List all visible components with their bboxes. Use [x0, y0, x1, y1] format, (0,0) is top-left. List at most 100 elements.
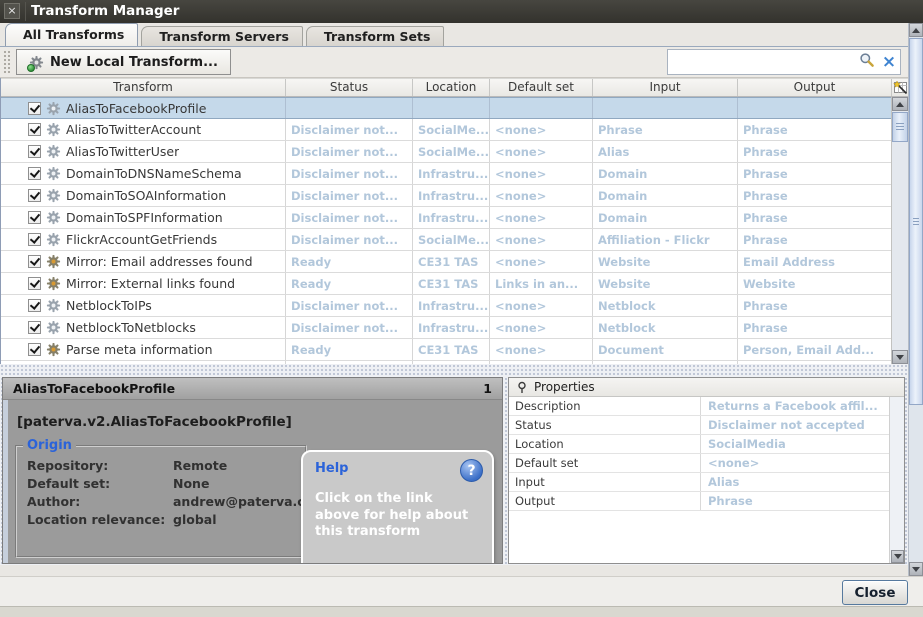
- cell-transform: FlickrAccountGetFriends: [1, 229, 286, 250]
- cell-status: Ready: [286, 339, 413, 360]
- table-scroll-up-button[interactable]: [892, 97, 908, 111]
- cell-output: Phrase: [738, 295, 892, 316]
- cell-transform: NetblockToNetblocks: [1, 317, 286, 338]
- table-row[interactable]: NetblockToIPs Disclaimer not... Infrastr…: [1, 295, 892, 317]
- search-input[interactable]: [668, 55, 856, 69]
- gear-icon: [46, 232, 61, 247]
- cell-location: [413, 98, 490, 118]
- column-header-output[interactable]: Output: [738, 79, 892, 96]
- footer-bar: Close: [0, 576, 923, 606]
- row-checkbox[interactable]: [28, 102, 41, 115]
- properties-scroll-down-button[interactable]: [891, 550, 904, 563]
- row-checkbox[interactable]: [28, 189, 41, 202]
- column-header-transform[interactable]: Transform: [1, 79, 286, 96]
- gear-icon: [46, 342, 61, 357]
- help-body-text: Click on the link above for help about t…: [315, 491, 480, 541]
- row-checkbox[interactable]: [28, 233, 41, 246]
- transform-name: NetblockToNetblocks: [66, 320, 196, 335]
- cell-output: Email Address: [738, 251, 892, 272]
- column-header-default-set[interactable]: Default set: [490, 79, 593, 96]
- row-checkbox[interactable]: [28, 123, 41, 136]
- properties-rows: Description Returns a Facebook affil... …: [509, 397, 904, 511]
- transform-name: NetblockToIPs: [66, 298, 152, 313]
- new-local-transform-button[interactable]: New Local Transform...: [16, 49, 231, 75]
- search-icon[interactable]: [856, 52, 878, 72]
- row-checkbox[interactable]: [28, 167, 41, 180]
- tab-all-transforms[interactable]: All Transforms: [5, 23, 138, 46]
- close-button[interactable]: Close: [842, 580, 908, 605]
- toolbar-grip-handle[interactable]: [3, 50, 12, 75]
- property-label: Default set: [509, 454, 701, 472]
- table-row[interactable]: Parse meta information Ready CE31 TAS <n…: [1, 339, 892, 361]
- transform-id: [paterva.v2.AliasToFacebookProfile]: [17, 414, 292, 430]
- table-row[interactable]: FlickrAccountGetFriends Disclaimer not..…: [1, 229, 892, 251]
- row-checkbox[interactable]: [28, 343, 41, 356]
- transform-name: DomainToSOAInformation: [66, 188, 226, 203]
- horizontal-splitter[interactable]: [0, 364, 908, 377]
- column-header-status[interactable]: Status: [286, 79, 413, 96]
- window-close-button[interactable]: ×: [4, 3, 20, 19]
- table-row[interactable]: AliasToFacebookProfile: [1, 97, 892, 119]
- dialog-scroll-up-button[interactable]: [909, 23, 923, 37]
- table-row[interactable]: NetblockToNetblocks Disclaimer not... In…: [1, 317, 892, 339]
- help-card: Help ? Click on the link above for help …: [301, 450, 494, 564]
- transform-name: AliasToTwitterAccount: [66, 122, 201, 137]
- column-header-input[interactable]: Input: [593, 79, 738, 96]
- window-bottom-edge: [0, 606, 923, 617]
- tab-transform-servers[interactable]: Transform Servers: [141, 26, 303, 46]
- table-scroll-down-button[interactable]: [892, 350, 908, 364]
- dialog-scroll-down-button[interactable]: [909, 562, 923, 576]
- cell-transform: AliasToTwitterAccount: [1, 119, 286, 140]
- cell-status: Disclaimer not...: [286, 185, 413, 206]
- table-row[interactable]: DomainToSPFInformation Disclaimer not...…: [1, 207, 892, 229]
- table-scrollbar[interactable]: [891, 97, 908, 364]
- cell-output: Phrase: [738, 141, 892, 162]
- table-row[interactable]: Mirror: Email addresses found Ready CE31…: [1, 251, 892, 273]
- dialog-scrollbar[interactable]: [908, 23, 923, 576]
- tab-transform-sets[interactable]: Transform Sets: [306, 26, 445, 46]
- dialog-scrollbar-thumb[interactable]: [909, 38, 923, 405]
- cell-default-set: <none>: [490, 295, 593, 316]
- titlebar: × Transform Manager: [0, 0, 923, 23]
- table-row[interactable]: AliasToTwitterAccount Disclaimer not... …: [1, 119, 892, 141]
- new-transform-gear-icon: [29, 55, 44, 70]
- cell-default-set: Links in an...: [490, 273, 593, 294]
- property-label: Description: [509, 397, 701, 415]
- properties-scrollbar[interactable]: [889, 397, 904, 563]
- cell-status: Ready: [286, 273, 413, 294]
- help-question-icon[interactable]: ?: [460, 459, 483, 482]
- origin-field: Author:andrew@paterva.c: [27, 494, 305, 509]
- cell-location: CE31 TAS: [413, 339, 490, 360]
- table-scrollbar-thumb[interactable]: [892, 112, 908, 142]
- property-value: <none>: [701, 454, 904, 472]
- row-checkbox[interactable]: [28, 321, 41, 334]
- row-checkbox[interactable]: [28, 211, 41, 224]
- table-row[interactable]: DomainToDNSNameSchema Disclaimer not... …: [1, 163, 892, 185]
- cell-default-set: <none>: [490, 185, 593, 206]
- properties-title: Properties: [534, 380, 595, 394]
- help-link[interactable]: Help: [315, 461, 480, 476]
- row-checkbox[interactable]: [28, 255, 41, 268]
- gear-icon: [46, 320, 61, 335]
- origin-fieldset: Origin Repository:Remote Default set:Non…: [15, 438, 307, 558]
- row-checkbox[interactable]: [28, 277, 41, 290]
- table-row[interactable]: AliasToTwitterUser Disclaimer not... Soc…: [1, 141, 892, 163]
- property-value: Returns a Facebook affil...: [701, 397, 904, 415]
- cell-input: Alias: [593, 141, 738, 162]
- cell-location: CE31 TAS: [413, 251, 490, 272]
- row-checkbox[interactable]: [28, 299, 41, 312]
- origin-field-value: Remote: [173, 458, 227, 473]
- cell-default-set: <none>: [490, 119, 593, 140]
- cell-status: [286, 98, 413, 118]
- cell-input: Netblock: [593, 295, 738, 316]
- transform-name: Parse meta information: [66, 342, 213, 357]
- column-header-location[interactable]: Location: [413, 79, 490, 96]
- search-clear-icon[interactable]: ×: [878, 51, 900, 73]
- row-checkbox[interactable]: [28, 145, 41, 158]
- gear-icon: [46, 188, 61, 203]
- column-chooser-icon[interactable]: [892, 79, 908, 96]
- table-row[interactable]: DomainToSOAInformation Disclaimer not...…: [1, 185, 892, 207]
- origin-field: Location relevance:global: [27, 512, 305, 527]
- property-value: Disclaimer not accepted: [701, 416, 904, 434]
- table-row[interactable]: Mirror: External links found Ready CE31 …: [1, 273, 892, 295]
